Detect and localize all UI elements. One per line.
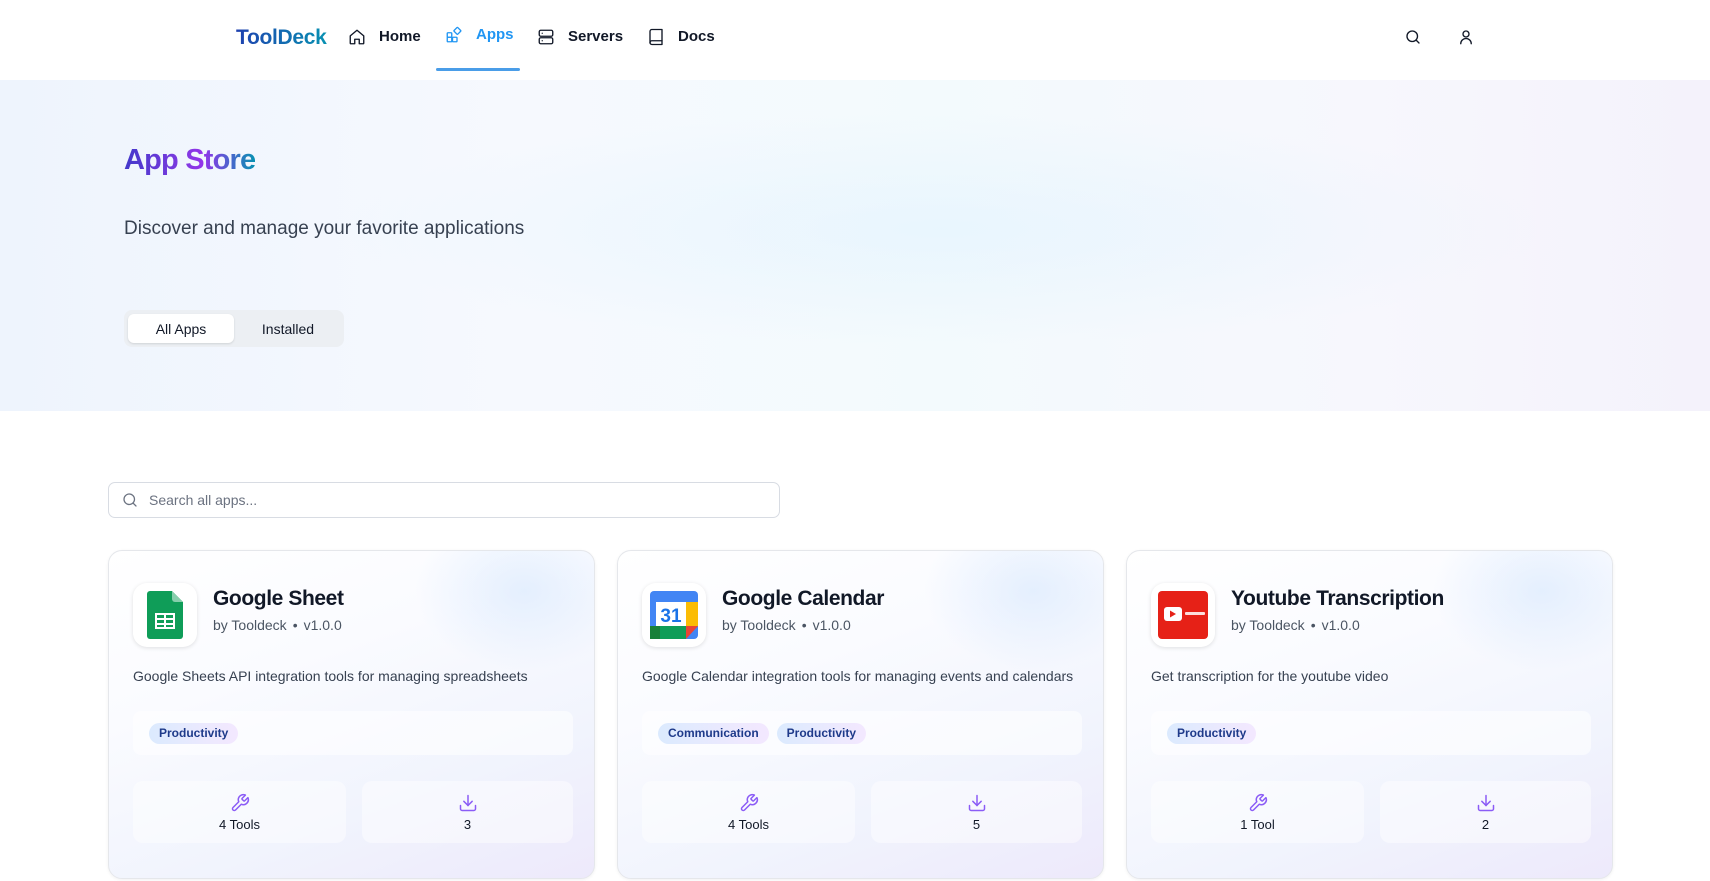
app-meta: by Tooldeck • v1.0.0 [1231,617,1360,633]
app-description: Google Calendar integration tools for ma… [642,668,1074,684]
tab-installed[interactable]: Installed [236,314,340,343]
search-icon [1406,30,1420,44]
nav-item-label: Apps [476,26,514,43]
nav-item-home[interactable]: Home [348,0,421,73]
book-icon [649,28,663,45]
app-icon-container [1151,583,1215,647]
install-count-label: 3 [463,816,472,832]
server-icon [538,29,554,44]
nav-item-docs[interactable]: Docs [647,0,715,73]
brand-logo[interactable]: ToolDeck [236,26,327,50]
tools-count: 1 Tool [1151,781,1364,843]
app-description: Get transcription for the youtube video [1151,668,1389,684]
app-card-youtube-transcription[interactable]: Youtube Transcription by Tooldeck • v1.0… [1126,550,1613,879]
meta-separator: • [801,617,807,633]
tab-all-apps[interactable]: All Apps [128,314,234,343]
app-version: v1.0.0 [812,617,851,633]
active-tab-indicator [436,68,520,71]
app-icon-container: 31 [642,583,706,647]
nav-item-label: Servers [568,28,624,45]
app-title: Youtube Transcription [1231,587,1444,610]
apps-icon [446,26,462,42]
youtube-icon [1158,591,1208,639]
app-card-google-calendar[interactable]: 31 Google Calendar by Tooldeck • v1.0.0 … [617,550,1104,879]
app-title: Google Calendar [722,587,885,610]
install-count-label: 5 [972,816,981,832]
tag-list: Productivity [1151,711,1591,755]
top-navigation: ToolDeck Home Apps Servers Docs [0,0,1710,80]
category-tag: Productivity [149,722,239,744]
install-count: 2 [1380,781,1591,843]
search-input[interactable] [149,492,709,508]
app-card-google-sheet[interactable]: Google Sheet by Tooldeck • v1.0.0 Google… [108,550,595,879]
meta-separator: • [1310,617,1316,633]
nav-item-servers[interactable]: Servers [537,0,623,73]
tools-count: 4 Tools [642,781,855,843]
search-icon [123,493,137,507]
search-bar [108,482,780,518]
app-icon-container [133,583,197,647]
download-icon [1477,794,1494,811]
nav-item-apps[interactable]: Apps [445,0,514,71]
page-subtitle: Discover and manage your favorite applic… [124,218,525,239]
install-count: 3 [362,781,573,843]
app-meta: by Tooldeck • v1.0.0 [213,617,342,633]
google-calendar-icon: 31 [650,591,698,639]
page-title: App Store [124,144,256,176]
tools-count-label: 1 Tool [1240,816,1275,832]
tag-list: Communication Productivity [642,711,1082,755]
install-count: 5 [871,781,1082,843]
google-sheets-icon [147,591,183,639]
app-meta: by Tooldeck • v1.0.0 [722,617,851,633]
download-icon [459,794,476,811]
hero-section: App Store Discover and manage your favor… [0,80,1710,411]
tag-list: Productivity [133,711,573,755]
category-tag: Communication [658,722,769,744]
user-icon [1460,30,1472,45]
app-description: Google Sheets API integration tools for … [133,668,528,684]
app-version: v1.0.0 [303,617,342,633]
meta-separator: • [292,617,298,633]
app-author: by Tooldeck [1231,617,1305,633]
calendar-day-number: 31 [660,606,682,627]
app-author: by Tooldeck [213,617,287,633]
wrench-icon [740,793,758,811]
nav-item-label: Home [379,28,421,45]
tools-count: 4 Tools [133,781,346,843]
search-button[interactable] [1404,28,1424,48]
install-count-label: 2 [1481,816,1490,832]
tools-count-label: 4 Tools [728,816,769,832]
download-icon [968,794,985,811]
tools-count-label: 4 Tools [219,816,260,832]
home-icon [349,29,365,44]
app-title: Google Sheet [213,587,344,610]
wrench-icon [1249,793,1267,811]
app-version: v1.0.0 [1321,617,1360,633]
category-tag: Productivity [1167,722,1257,744]
app-author: by Tooldeck [722,617,796,633]
nav-item-label: Docs [678,28,715,45]
wrench-icon [231,793,249,811]
filter-tabs: All Apps Installed [124,310,344,347]
category-tag: Productivity [776,722,867,744]
user-button[interactable] [1457,28,1477,48]
